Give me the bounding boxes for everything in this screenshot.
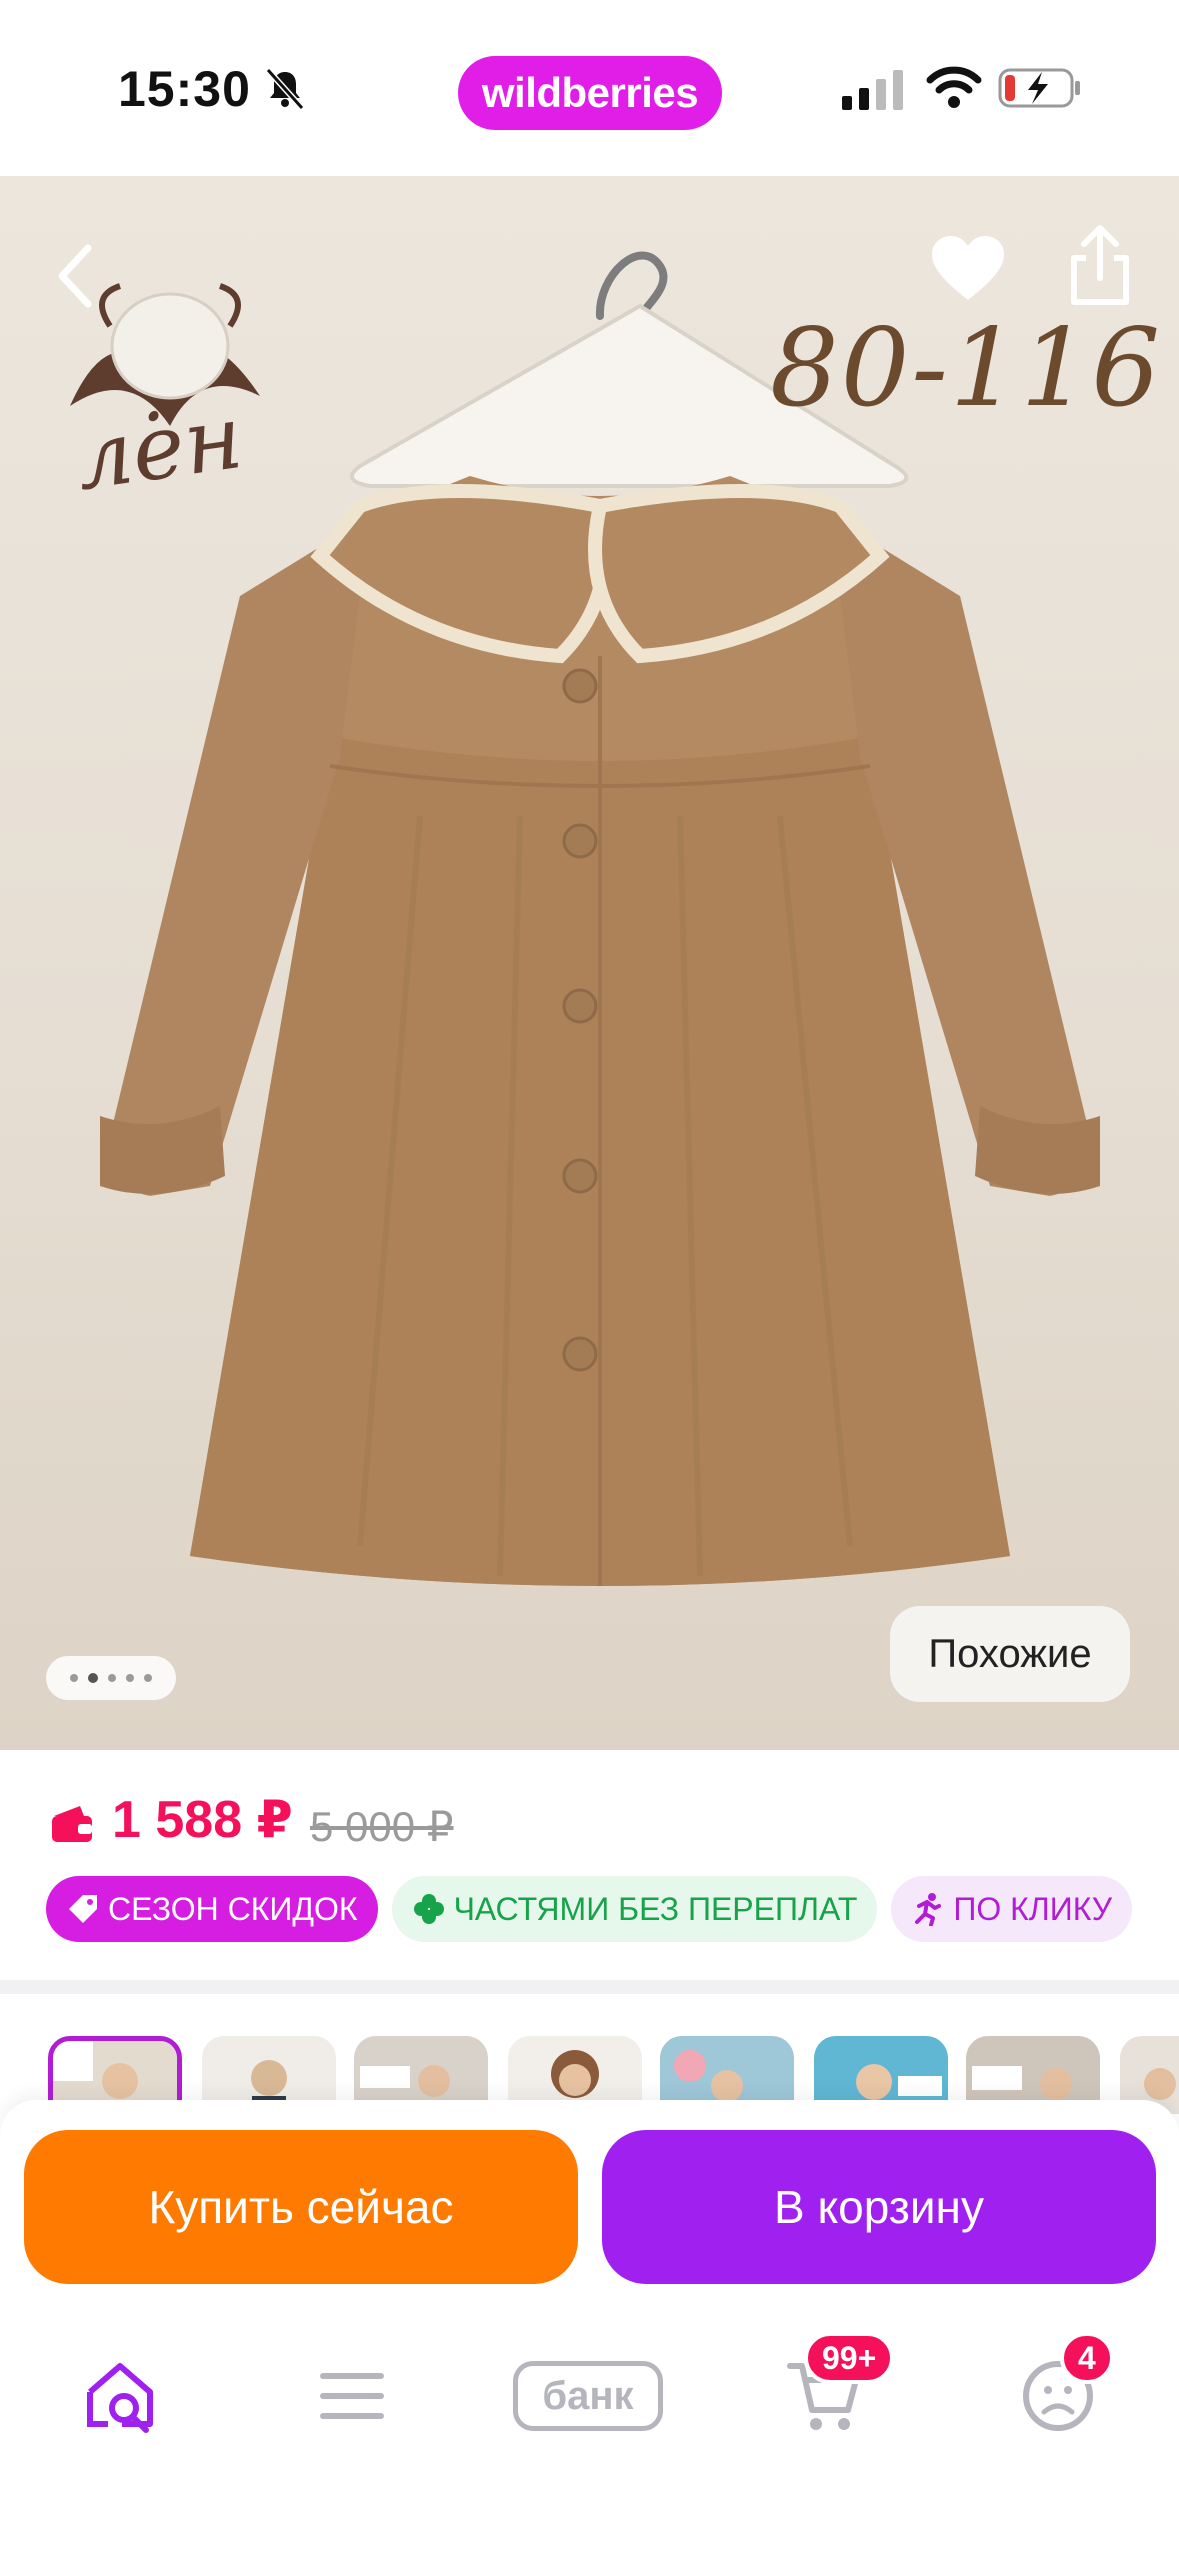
season-sale-badge[interactable]: СЕЗОН СКИДОК bbox=[46, 1876, 378, 1942]
menu-icon bbox=[320, 2373, 384, 2419]
buy-now-button[interactable]: Купить сейчас bbox=[24, 2130, 578, 2284]
bank-icon: банк bbox=[513, 2361, 663, 2431]
variant-thumbnails bbox=[0, 1994, 1179, 2114]
price-section: 1 588 ₽ 5 000 ₽ СЕЗОН СКИДОК ЧАСТЯМИ БЕЗ… bbox=[0, 1750, 1179, 1980]
nav-catalog[interactable] bbox=[302, 2346, 402, 2446]
favorite-heart-icon[interactable] bbox=[930, 234, 1006, 304]
image-pager bbox=[46, 1656, 176, 1700]
similar-button[interactable]: Похожие bbox=[890, 1606, 1130, 1702]
add-to-cart-button[interactable]: В корзину bbox=[602, 2130, 1156, 2284]
cellular-signal-icon bbox=[842, 70, 903, 110]
purchase-actions: Купить сейчас В корзину bbox=[0, 2100, 1179, 2300]
product-page: 15:30 wildberries лён 80-116 Похожие 1 5… bbox=[0, 0, 1179, 2556]
nav-cart[interactable]: 99+ bbox=[774, 2332, 895, 2446]
nav-profile[interactable]: 4 bbox=[1008, 2332, 1114, 2446]
bell-muted-icon bbox=[265, 67, 305, 111]
badge-label: ПО КЛИКУ bbox=[953, 1890, 1113, 1927]
wallet-icon bbox=[52, 1806, 92, 1842]
bottom-navigation: банк 99+ 4 bbox=[0, 2300, 1179, 2556]
status-time: 15:30 bbox=[118, 61, 251, 117]
pager-dot bbox=[70, 1674, 78, 1682]
clover-icon bbox=[413, 1894, 444, 1924]
cart-count-badge: 99+ bbox=[804, 2332, 895, 2384]
bank-label: банк bbox=[542, 2373, 634, 2418]
running-person-icon bbox=[915, 1893, 942, 1926]
brand-logo[interactable]: wildberries bbox=[458, 56, 722, 130]
battery-charging-icon bbox=[998, 68, 1080, 108]
profile-notification-badge: 4 bbox=[1060, 2332, 1114, 2384]
share-icon[interactable] bbox=[1064, 224, 1136, 308]
home-search-icon bbox=[87, 2363, 153, 2433]
product-image-gallery[interactable]: лён 80-116 Похожие bbox=[0, 176, 1179, 1750]
badge-label: СЕЗОН СКИДОК bbox=[108, 1890, 358, 1927]
pager-dot bbox=[126, 1674, 134, 1682]
old-price: 5 000 ₽ bbox=[310, 1803, 454, 1850]
wifi-icon bbox=[926, 66, 982, 108]
back-chevron-icon[interactable] bbox=[50, 238, 100, 314]
badge-label: ЧАСТЯМИ БЕЗ ПЕРЕПЛАТ bbox=[453, 1890, 858, 1927]
one-click-badge[interactable]: ПО КЛИКУ bbox=[891, 1876, 1133, 1942]
section-divider bbox=[0, 1980, 1179, 1994]
installments-badge[interactable]: ЧАСТЯМИ БЕЗ ПЕРЕПЛАТ bbox=[391, 1876, 878, 1942]
nav-bank[interactable]: банк bbox=[508, 2346, 668, 2446]
promo-badges: СЕЗОН СКИДОК ЧАСТЯМИ БЕЗ ПЕРЕПЛАТ ПО КЛИ… bbox=[46, 1876, 1133, 1942]
tag-icon bbox=[69, 1895, 97, 1923]
size-range-label: 80-116 bbox=[770, 306, 1163, 431]
pager-dot bbox=[108, 1674, 116, 1682]
current-price: 1 588 ₽ bbox=[112, 1791, 293, 1849]
status-bar: 15:30 wildberries bbox=[0, 0, 1179, 176]
pager-dot bbox=[144, 1674, 152, 1682]
nav-home[interactable] bbox=[70, 2346, 170, 2446]
pager-dot-active bbox=[88, 1673, 98, 1683]
